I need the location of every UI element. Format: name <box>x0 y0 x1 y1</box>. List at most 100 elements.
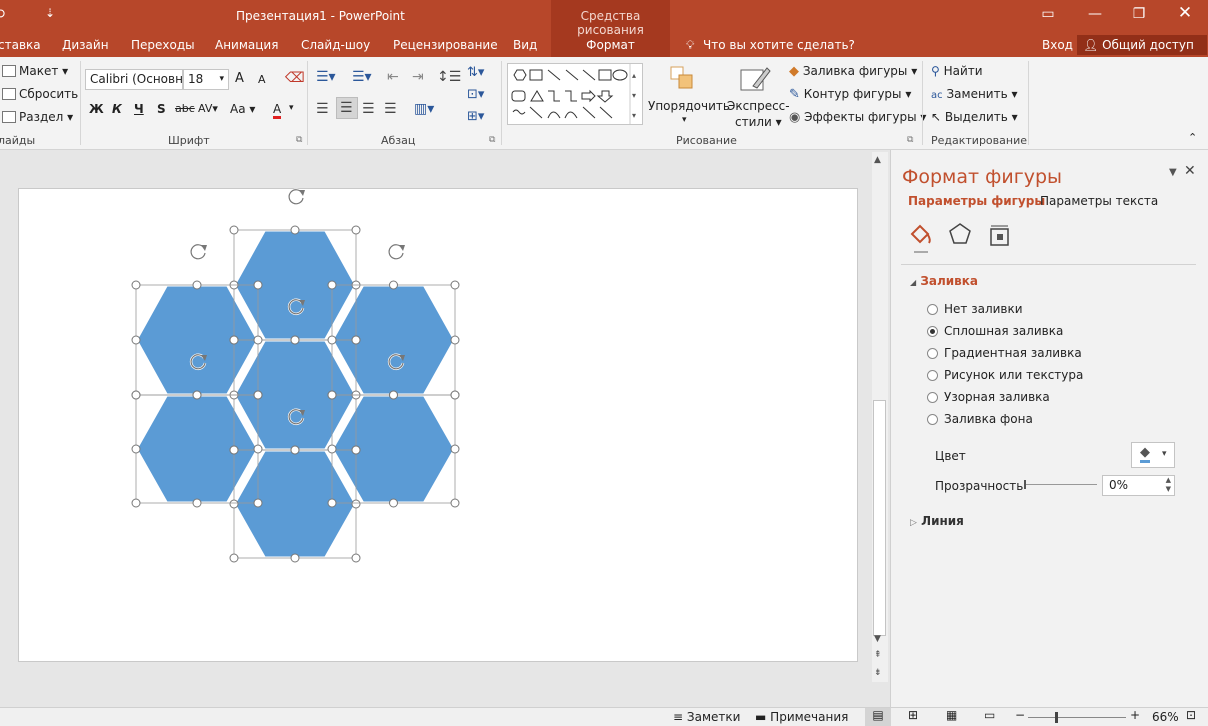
resize-handle[interactable] <box>450 335 460 345</box>
columns-icon[interactable]: ▥▾ <box>414 101 434 117</box>
font-size-combo[interactable]: 18 ▾ <box>183 69 229 90</box>
resize-handle[interactable] <box>327 390 337 400</box>
arrange-dropdown-icon[interactable]: ▾ <box>682 115 687 125</box>
decrease-indent-icon[interactable]: ⇤ <box>387 69 399 85</box>
smartart-icon[interactable]: ⊞▾ <box>467 109 484 124</box>
comments-button[interactable]: ▬ Примечания <box>755 710 848 724</box>
strike-button[interactable]: abc <box>175 102 195 115</box>
resize-handle[interactable] <box>351 335 361 345</box>
align-left-icon[interactable]: ☰ <box>316 101 329 117</box>
qat-customize-icon[interactable]: ⇣ <box>45 6 55 20</box>
resize-handle[interactable] <box>253 335 263 345</box>
transparency-input[interactable]: 0% ▲ ▼ <box>1102 475 1175 496</box>
scroll-up-icon[interactable]: ▲ <box>874 155 881 165</box>
resize-handle[interactable] <box>290 553 300 563</box>
resize-handle[interactable] <box>192 280 202 290</box>
resize-handle[interactable] <box>192 390 202 400</box>
app-icon[interactable]: ⟲ <box>0 7 5 22</box>
resize-handle[interactable] <box>253 498 263 508</box>
tab-format[interactable]: Формат <box>551 33 670 57</box>
pane-close-icon[interactable]: ✕ <box>1184 163 1196 179</box>
find-button[interactable]: ⚲ Найти <box>931 64 983 78</box>
font-dialog-launcher-icon[interactable]: ⧉ <box>296 135 302 145</box>
ribbon-display-icon[interactable]: ▭ <box>1033 6 1063 26</box>
reading-view-icon[interactable]: ▦ <box>946 708 957 722</box>
radio-picture-fill[interactable]: Рисунок или текстура <box>927 368 1083 382</box>
resize-handle[interactable] <box>327 444 337 454</box>
radio-solid-fill[interactable]: Сплошная заливка <box>927 324 1063 338</box>
scroll-thumb[interactable] <box>873 400 886 636</box>
quick-styles-button[interactable]: стили ▾ <box>735 115 782 129</box>
resize-handle[interactable] <box>450 390 460 400</box>
zoom-level[interactable]: 66% <box>1152 710 1179 724</box>
tell-me-input[interactable]: Что вы хотите сделать? <box>703 38 855 52</box>
resize-handle[interactable] <box>131 444 141 454</box>
effects-pentagon-icon[interactable] <box>948 222 972 246</box>
align-center-icon[interactable]: ☰ <box>336 97 358 119</box>
tab-shape-options[interactable]: Параметры фигуры <box>908 194 1045 208</box>
align-text-icon[interactable]: ⊡▾ <box>467 87 484 102</box>
fill-line-icon[interactable] <box>908 222 934 248</box>
text-direction-icon[interactable]: ⇅▾ <box>467 65 484 80</box>
numbering-icon[interactable]: ☰▾ <box>352 69 372 85</box>
resize-handle[interactable] <box>131 280 141 290</box>
tab-design[interactable]: Дизайн <box>62 38 109 52</box>
arrange-button[interactable]: Упорядочить <box>648 99 730 113</box>
hexagon-group[interactable] <box>0 150 870 590</box>
pane-options-icon[interactable]: ▼ <box>1169 167 1177 178</box>
rotate-handle-icon[interactable] <box>387 243 405 260</box>
font-color-dropdown-icon[interactable]: ▾ <box>289 103 294 113</box>
resize-handle[interactable] <box>351 225 361 235</box>
align-right-icon[interactable]: ☰ <box>362 101 375 117</box>
resize-handle[interactable] <box>229 225 239 235</box>
zoom-slider[interactable] <box>1028 717 1126 718</box>
hexagon-shape[interactable] <box>134 393 260 505</box>
zoom-out-icon[interactable]: − <box>1015 708 1025 722</box>
resize-handle[interactable] <box>253 390 263 400</box>
tab-slideshow[interactable]: Слайд-шоу <box>301 38 370 52</box>
select-button[interactable]: ↖ Выделить ▾ <box>931 110 1018 124</box>
tab-transitions[interactable]: Переходы <box>131 38 195 52</box>
shapes-gallery[interactable]: ▴ ▾ ▾ <box>507 63 643 125</box>
close-icon[interactable]: ✕ <box>1170 3 1200 23</box>
radio-background-fill[interactable]: Заливка фона <box>927 412 1033 426</box>
resize-handle[interactable] <box>229 499 239 509</box>
shape-outline-button[interactable]: ✎ Контур фигуры ▾ <box>789 87 911 102</box>
maximize-icon[interactable]: ❐ <box>1124 6 1154 26</box>
resize-handle[interactable] <box>327 498 337 508</box>
zoom-slider-thumb[interactable] <box>1055 712 1058 723</box>
resize-handle[interactable] <box>229 445 239 455</box>
resize-handle[interactable] <box>450 280 460 290</box>
resize-handle[interactable] <box>389 390 398 400</box>
spacing-button[interactable]: AV▾ <box>198 102 218 115</box>
grow-font-button[interactable]: A <box>235 71 244 86</box>
notes-button[interactable]: ≡ Заметки <box>673 710 740 724</box>
zoom-in-icon[interactable]: + <box>1130 708 1140 722</box>
shadow-button[interactable]: S <box>157 102 166 116</box>
layout-button[interactable]: Макет ▾ <box>2 64 68 78</box>
transparency-slider[interactable] <box>1025 484 1097 485</box>
line-spacing-icon[interactable]: ↕☰ <box>437 69 461 85</box>
resize-handle[interactable] <box>290 445 300 455</box>
slideshow-icon[interactable]: ▭ <box>984 708 995 722</box>
clear-format-icon[interactable]: ⌫ <box>285 70 305 86</box>
tab-animations[interactable]: Анимация <box>215 38 278 52</box>
resize-handle[interactable] <box>290 225 300 235</box>
resize-handle[interactable] <box>290 335 300 345</box>
tab-insert[interactable]: ставка <box>0 38 41 52</box>
rotate-handle-icon[interactable] <box>189 243 207 260</box>
prev-slide-icon[interactable]: ⇞ <box>874 650 882 660</box>
resize-handle[interactable] <box>253 280 263 290</box>
signin-link[interactable]: Вход <box>1042 38 1073 52</box>
transparency-slider-thumb[interactable] <box>1024 480 1026 489</box>
line-section-header[interactable]: ▷ Линия <box>910 514 964 528</box>
resize-handle[interactable] <box>327 280 337 290</box>
radio-pattern-fill[interactable]: Узорная заливка <box>927 390 1050 404</box>
radio-no-fill[interactable]: Нет заливки <box>927 302 1023 316</box>
shape-effects-button[interactable]: ◉ Эффекты фигуры ▾ <box>789 110 926 125</box>
resize-handle[interactable] <box>327 335 337 345</box>
fill-section-header[interactable]: ◢ Заливка <box>910 274 978 288</box>
section-button[interactable]: Раздел ▾ <box>2 110 73 124</box>
hexagon-shape[interactable] <box>330 393 457 505</box>
resize-handle[interactable] <box>253 444 263 454</box>
